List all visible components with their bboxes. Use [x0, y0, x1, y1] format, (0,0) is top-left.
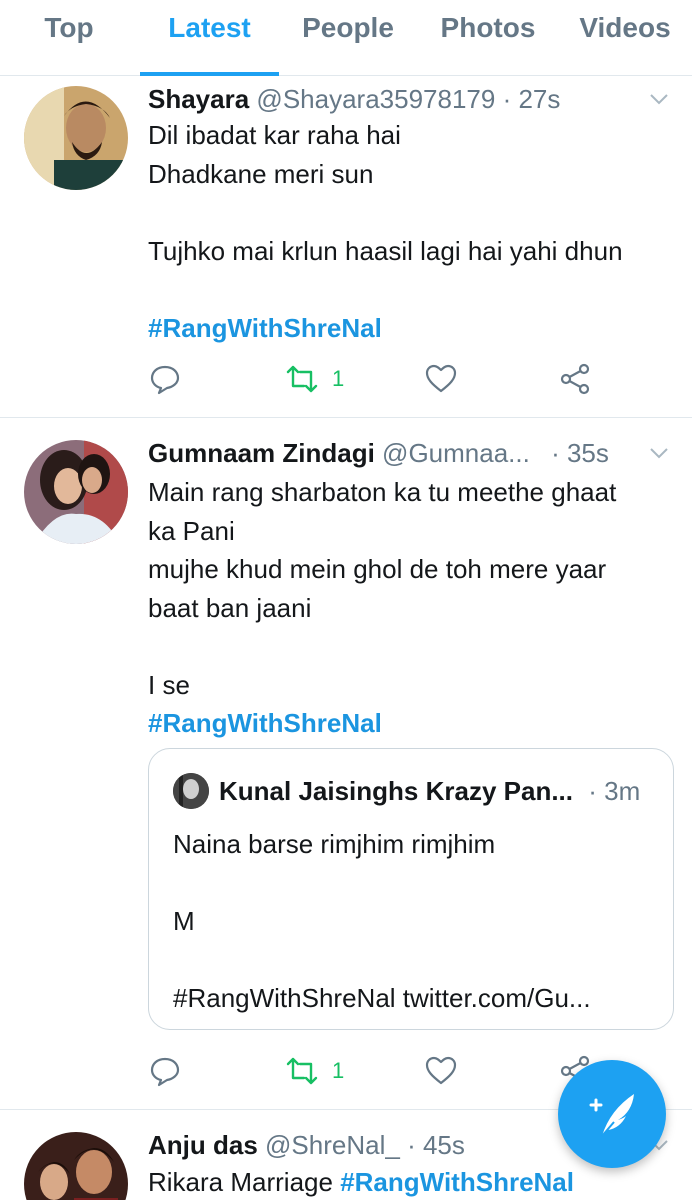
tweet-item[interactable]: Shayara @Shayara35978179 · 27s Dil ibada…: [0, 76, 692, 418]
compose-tweet-icon: [589, 1094, 634, 1137]
tweet-line: Tujhko mai krlun haasil lagi hai yahi dh…: [148, 235, 623, 266]
tweet-time: · 35s: [551, 438, 609, 468]
author-handle[interactable]: @Gumnaa...: [382, 438, 530, 468]
tweet-line: Rikara Marriage #RangWithShreNal: [148, 1163, 674, 1200]
tweet-line: Main rang sharbaton ka tu meethe ghaat: [148, 477, 617, 507]
avatar[interactable]: [24, 86, 128, 190]
tweet-line: [148, 193, 674, 232]
tweet-actions: 1: [148, 359, 608, 399]
tweet-time: · 45s: [407, 1130, 465, 1160]
retweet-count: 1: [332, 1058, 345, 1083]
tweet-line: [148, 270, 674, 309]
quoted-line: [173, 864, 657, 903]
like-button[interactable]: [424, 359, 458, 399]
quoted-line: [173, 941, 657, 980]
quoted-line: #RangWithShreNal twitter.com/Gu...: [173, 983, 591, 1013]
quoted-text: Naina barse rimjhim rimjhim M #RangWithS…: [173, 825, 657, 1018]
chevron-down-icon[interactable]: [648, 88, 670, 110]
tweet-line: mujhe khud mein ghol de toh mere yaar: [148, 554, 607, 584]
hashtag-link[interactable]: #RangWithShreNal: [148, 704, 674, 743]
author-handle[interactable]: @Shayara35978179: [256, 84, 495, 114]
quoted-line: M: [173, 906, 195, 936]
chevron-down-icon[interactable]: [648, 442, 670, 464]
quoted-author-name: Kunal Jaisinghs Krazy Pan...: [219, 776, 573, 806]
tab-videos[interactable]: Videos: [558, 0, 692, 76]
compose-tweet-button[interactable]: [558, 1060, 666, 1168]
author-handle[interactable]: @ShreNal_: [265, 1130, 400, 1160]
share-button[interactable]: [558, 359, 592, 399]
tweet-line: Dhadkane meri sun: [148, 158, 374, 189]
retweet-button[interactable]: 1: [284, 1051, 344, 1091]
tweet-line: ka Pani: [148, 515, 235, 546]
tweet-text: Dil ibadat kar raha hai Dhadkane meri su…: [148, 116, 674, 347]
search-tabs: Top Latest People Photos Videos: [0, 0, 692, 76]
quoted-line: Naina barse rimjhim rimjhim: [173, 829, 496, 859]
reply-button[interactable]: [148, 1051, 182, 1091]
avatar[interactable]: [24, 440, 128, 544]
retweet-icon: [286, 365, 318, 393]
heart-icon: [425, 1056, 457, 1085]
tweet-line-text: Rikara Marriage: [148, 1167, 333, 1197]
tweet-text: Main rang sharbaton ka tu meethe ghaat k…: [148, 473, 674, 743]
retweet-count: 1: [332, 366, 345, 391]
heart-icon: [425, 364, 457, 393]
like-button[interactable]: [424, 1051, 458, 1091]
hashtag-link[interactable]: #RangWithShreNal: [340, 1167, 574, 1197]
tweet-actions: 1: [148, 1051, 608, 1091]
tweet-line: baat ban jaani: [148, 592, 312, 623]
reply-icon: [150, 1057, 180, 1087]
quoted-avatar[interactable]: [173, 773, 209, 809]
tab-photos[interactable]: Photos: [418, 0, 558, 76]
tweet-time: · 27s: [502, 84, 561, 114]
share-icon: [560, 363, 590, 395]
quoted-time: · 3m: [588, 776, 641, 806]
reply-icon: [150, 365, 180, 395]
quoted-tweet[interactable]: Kunal Jaisinghs Krazy Pan... · 3m Naina …: [148, 748, 674, 1030]
author-name[interactable]: Gumnaam Zindagi: [148, 438, 375, 468]
avatar[interactable]: [24, 1132, 128, 1200]
retweet-button[interactable]: 1: [284, 359, 344, 399]
tweet-header: Gumnaam Zindagi @Gumnaa... · 35s: [148, 436, 668, 470]
reply-button[interactable]: [148, 359, 182, 399]
tab-top[interactable]: Top: [0, 0, 138, 76]
tweet-line: I se: [148, 669, 190, 700]
tweet-item[interactable]: Gumnaam Zindagi @Gumnaa... · 35s Main ra…: [0, 418, 692, 1110]
tab-people[interactable]: People: [280, 0, 416, 76]
tab-latest[interactable]: Latest: [140, 0, 279, 76]
tweet-line: Dil ibadat kar raha hai: [148, 120, 401, 150]
retweet-icon: [286, 1057, 318, 1085]
author-name[interactable]: Shayara: [148, 84, 249, 114]
quoted-header: Kunal Jaisinghs Krazy Pan... · 3m: [219, 773, 653, 809]
hashtag-link[interactable]: #RangWithShreNal: [148, 309, 674, 348]
author-name[interactable]: Anju das: [148, 1130, 258, 1160]
tweet-header: Shayara @Shayara35978179 · 27s: [148, 82, 668, 116]
tweet-line: [148, 627, 674, 666]
tweet-text: Rikara Marriage #RangWithShreNal: [148, 1163, 674, 1200]
